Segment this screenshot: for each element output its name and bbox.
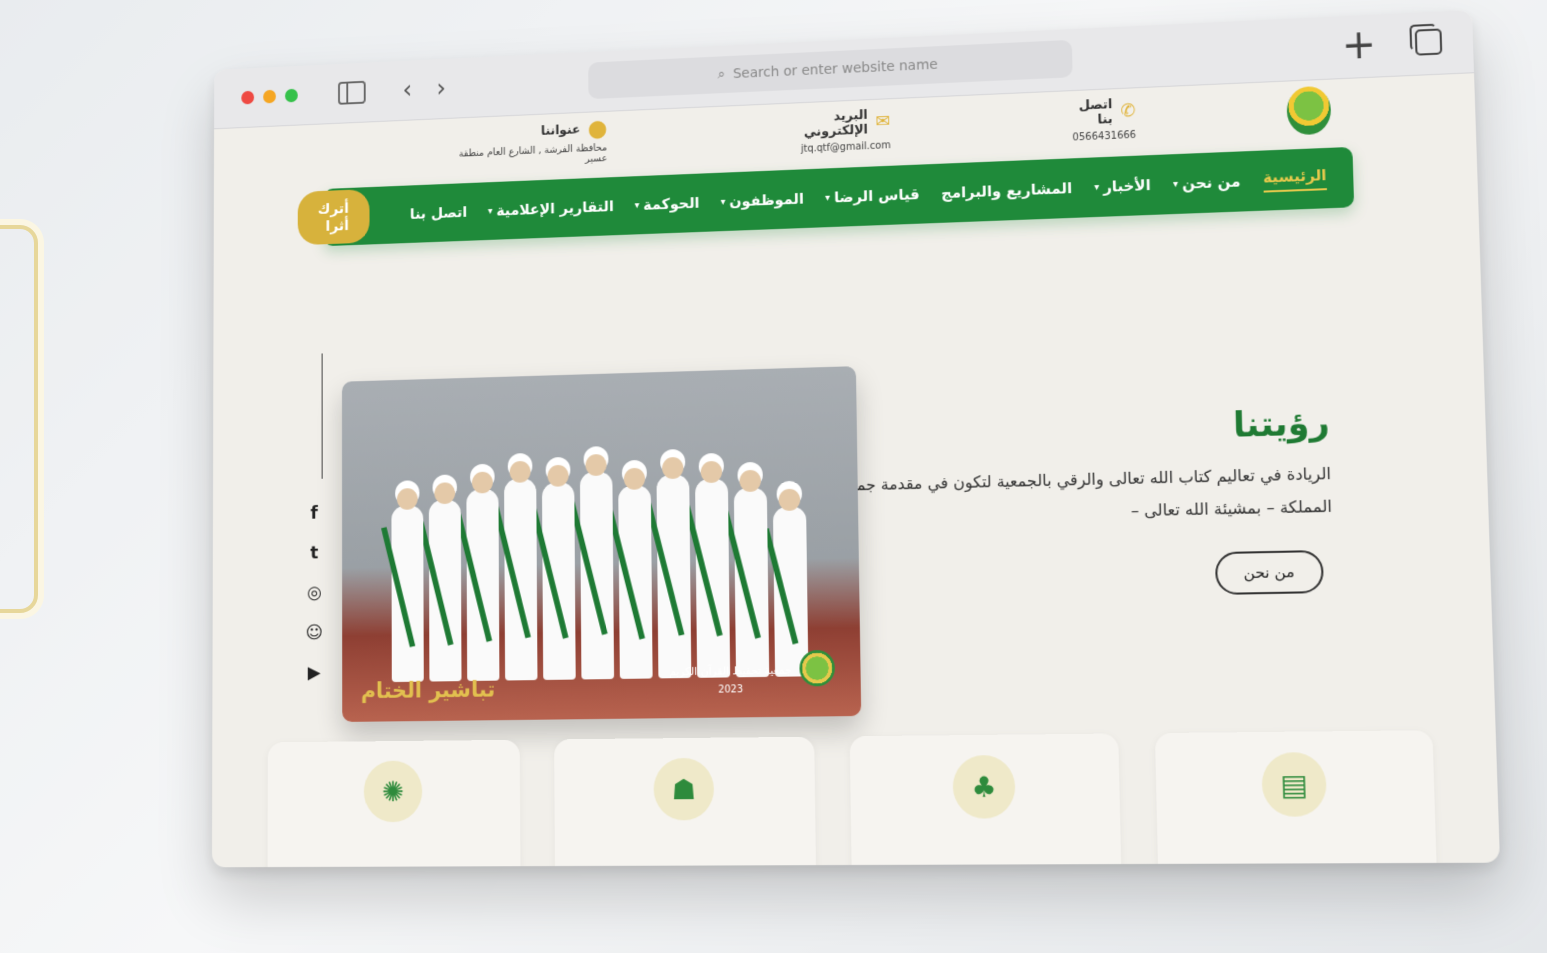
seal-icon: ✺ bbox=[363, 760, 423, 823]
feature-card[interactable]: ✺ bbox=[267, 739, 521, 868]
photo-person bbox=[428, 499, 462, 682]
photo-person bbox=[579, 471, 615, 680]
phone-value[interactable]: 0566431666 bbox=[1072, 129, 1136, 143]
photo-person bbox=[656, 474, 692, 679]
photo-people bbox=[370, 446, 831, 683]
nav-home[interactable]: الرئيسية bbox=[1262, 166, 1327, 193]
window-controls bbox=[241, 88, 298, 105]
photo-person bbox=[504, 478, 538, 681]
page-content: ✆ اتصل بنا 0566431666 ✉ البريد الإلكترون… bbox=[212, 73, 1500, 868]
contact-phone: ✆ اتصل بنا 0566431666 bbox=[1067, 96, 1136, 143]
nav-governance[interactable]: الحوكمة ▾ bbox=[635, 194, 700, 214]
vision-text: الريادة في تعاليم كتاب الله تعالى والرقي… bbox=[824, 463, 1333, 521]
chevron-down-icon: ▾ bbox=[1172, 178, 1179, 190]
photo-person bbox=[618, 485, 653, 679]
instagram-icon[interactable]: ◎ bbox=[303, 582, 325, 604]
stage: ‹ › ⌕ Search or enter website name + ✆ ا… bbox=[0, 0, 1547, 953]
open-book-icon: ▤ bbox=[1261, 752, 1328, 817]
nav-news[interactable]: الأخبار ▾ bbox=[1094, 176, 1151, 196]
close-window-button[interactable] bbox=[241, 90, 255, 105]
twitter-icon[interactable]: t bbox=[303, 543, 325, 564]
snapchat-icon[interactable]: ☺ bbox=[303, 622, 325, 643]
address-value: محافظة الفرشة , الشارع العام منطقة عسير bbox=[458, 142, 608, 165]
photo-person bbox=[541, 482, 576, 680]
nav-about-label: من نحن bbox=[1181, 172, 1241, 193]
feature-card[interactable]: ♣ bbox=[849, 733, 1123, 868]
search-icon: ⌕ bbox=[717, 66, 726, 83]
forward-arrow-icon[interactable]: › bbox=[436, 74, 446, 103]
back-arrow-icon[interactable]: ‹ bbox=[403, 76, 413, 105]
hero-section: رؤيتنا الريادة في تعاليم كتاب الله تعالى… bbox=[212, 306, 1494, 722]
photo-caption: تباشير الختام bbox=[360, 677, 496, 705]
chevron-down-icon: ▾ bbox=[634, 199, 640, 211]
vision-block: رؤيتنا الريادة في تعاليم كتاب الله تعالى… bbox=[808, 403, 1335, 602]
tab-overview-icon[interactable] bbox=[1414, 28, 1443, 56]
email-label: البريد الإلكتروني bbox=[803, 107, 869, 140]
chevron-down-icon: ▾ bbox=[720, 196, 726, 208]
nav-news-label: الأخبار bbox=[1102, 176, 1152, 196]
contact-email: ✉ البريد الإلكتروني jtq.qtf@gmail.com bbox=[779, 107, 891, 156]
site-logo[interactable] bbox=[1286, 85, 1332, 136]
envelope-icon: ✉ bbox=[875, 110, 891, 133]
social-links: f t ◎ ☺ ▶ bbox=[303, 503, 325, 683]
nav-projects[interactable]: المشاريع والبرامج bbox=[941, 179, 1072, 202]
nav-contact[interactable]: اتصل بنا bbox=[410, 203, 467, 223]
nav-satisfaction-label: قياس الرضا bbox=[833, 185, 920, 207]
address-bar[interactable]: ⌕ Search or enter website name bbox=[588, 39, 1073, 100]
photo-person bbox=[391, 505, 424, 683]
about-us-button[interactable]: من نحن bbox=[1214, 549, 1324, 595]
youtube-icon[interactable]: ▶ bbox=[303, 662, 325, 684]
nav-satisfaction[interactable]: قياس الرضا ▾ bbox=[825, 185, 920, 206]
facebook-icon[interactable]: f bbox=[303, 503, 325, 524]
photo-person bbox=[772, 506, 809, 677]
chevron-down-icon: ▾ bbox=[1094, 181, 1100, 193]
nav-employees[interactable]: الموظفون ▾ bbox=[720, 190, 804, 211]
feature-cards: ✺ ☗ ♣ ▤ bbox=[267, 730, 1439, 868]
chevron-down-icon: ▾ bbox=[487, 205, 493, 217]
phone-icon: ✆ bbox=[1120, 100, 1136, 122]
reading-person-icon: ☗ bbox=[653, 757, 715, 821]
graduates-photo: تباشير الختام جمعية تحفيظ القرآن الكريم … bbox=[341, 366, 862, 722]
feature-card[interactable]: ☗ bbox=[554, 736, 817, 868]
feature-card[interactable]: ▤ bbox=[1154, 730, 1439, 868]
vision-title: رؤيتنا bbox=[1232, 402, 1331, 446]
chevron-down-icon: ▾ bbox=[825, 192, 831, 204]
phone-label: اتصل بنا bbox=[1078, 96, 1113, 128]
nav-about[interactable]: من نحن ▾ bbox=[1173, 172, 1241, 193]
nav-governance-label: الحوكمة bbox=[643, 194, 700, 214]
contact-address: ⬤ عنواننا محافظة الفرشة , الشارع العام م… bbox=[453, 118, 608, 170]
photo-person bbox=[466, 489, 500, 682]
nav-media-reports[interactable]: التقارير الإعلامية ▾ bbox=[488, 197, 614, 219]
social-divider bbox=[321, 353, 323, 479]
nav-employees-label: الموظفون bbox=[729, 189, 804, 211]
photo-person bbox=[733, 487, 770, 678]
email-value[interactable]: jtq.qtf@gmail.com bbox=[801, 140, 891, 155]
browser-window: ‹ › ⌕ Search or enter website name + ✆ ا… bbox=[211, 9, 1501, 868]
minimize-window-button[interactable] bbox=[263, 89, 276, 104]
sprout-icon: ♣ bbox=[952, 754, 1016, 819]
photo-logo bbox=[799, 649, 836, 687]
leave-impact-button[interactable]: أترك أثرا bbox=[297, 189, 370, 246]
address-placeholder: Search or enter website name bbox=[732, 56, 938, 82]
zoom-window-button[interactable] bbox=[285, 88, 298, 103]
photo-association-name: جمعية تحفيظ القرآن الكريم bbox=[669, 663, 792, 679]
nav-media-reports-label: التقارير الإعلامية bbox=[496, 197, 614, 220]
photo-year: 2023 bbox=[718, 684, 744, 696]
location-pin-icon: ⬤ bbox=[587, 118, 608, 140]
photo-person bbox=[695, 478, 731, 678]
sidebar-toggle-icon[interactable] bbox=[338, 80, 366, 105]
new-tab-icon[interactable]: + bbox=[1341, 22, 1377, 70]
address-label: عنواننا bbox=[540, 122, 581, 139]
